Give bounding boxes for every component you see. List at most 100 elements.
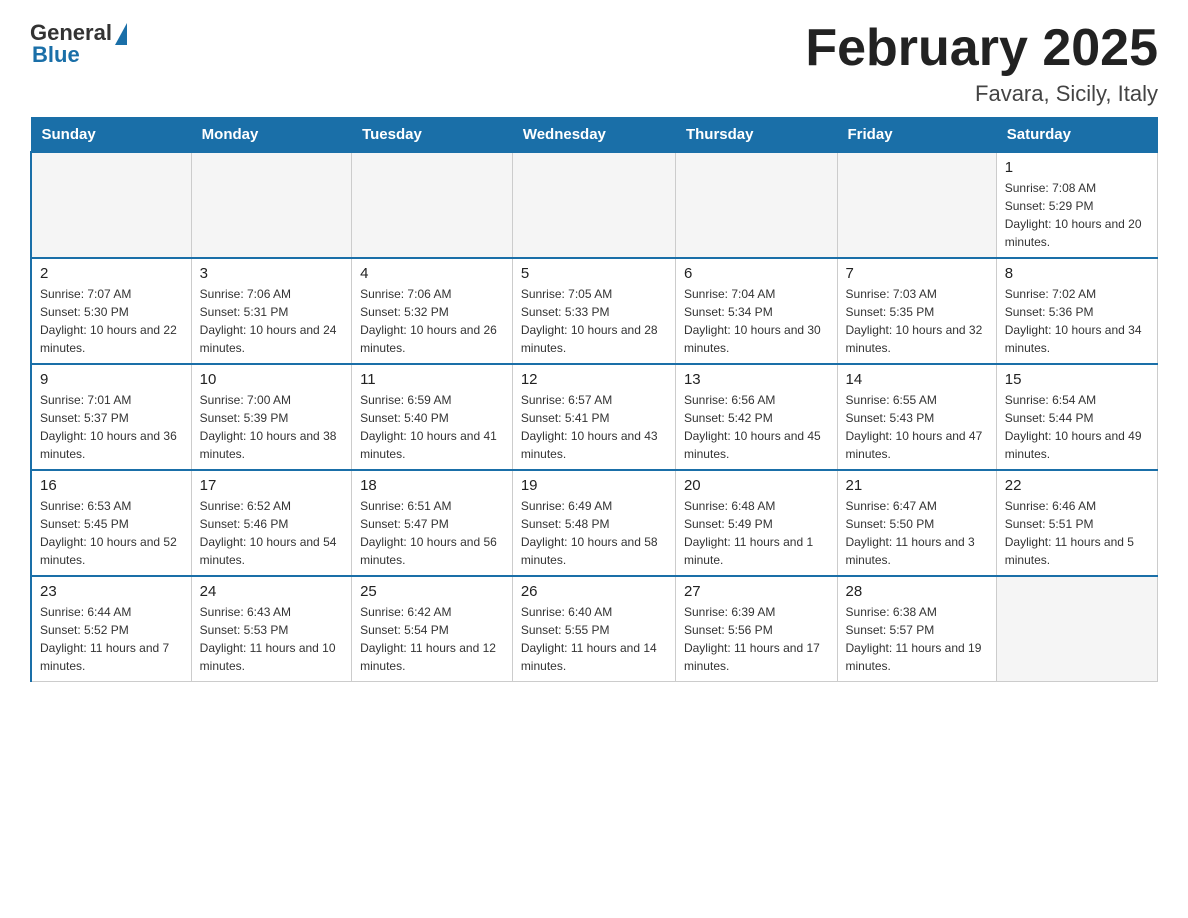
calendar-table: SundayMondayTuesdayWednesdayThursdayFrid… — [30, 117, 1158, 682]
day-info: Sunrise: 6:42 AMSunset: 5:54 PMDaylight:… — [360, 603, 504, 675]
calendar-cell: 10 Sunrise: 7:00 AMSunset: 5:39 PMDayligh… — [191, 364, 351, 470]
calendar-cell — [352, 152, 513, 258]
calendar-cell: 5 Sunrise: 7:05 AMSunset: 5:33 PMDaylight… — [512, 258, 675, 364]
day-info: Sunrise: 6:53 AMSunset: 5:45 PMDaylight:… — [40, 497, 183, 569]
day-number: 9 — [40, 371, 183, 388]
calendar-cell: 16 Sunrise: 6:53 AMSunset: 5:45 PMDayligh… — [31, 470, 191, 576]
weekday-header-wednesday: Wednesday — [512, 118, 675, 153]
day-number: 1 — [1005, 159, 1149, 176]
day-info: Sunrise: 7:07 AMSunset: 5:30 PMDaylight:… — [40, 285, 183, 357]
day-number: 7 — [846, 265, 988, 282]
calendar-cell: 9 Sunrise: 7:01 AMSunset: 5:37 PMDaylight… — [31, 364, 191, 470]
day-number: 16 — [40, 477, 183, 494]
calendar-cell — [512, 152, 675, 258]
weekday-header-thursday: Thursday — [675, 118, 837, 153]
calendar-cell: 23 Sunrise: 6:44 AMSunset: 5:52 PMDayligh… — [31, 576, 191, 682]
day-info: Sunrise: 7:01 AMSunset: 5:37 PMDaylight:… — [40, 391, 183, 463]
day-info: Sunrise: 6:46 AMSunset: 5:51 PMDaylight:… — [1005, 497, 1149, 569]
day-info: Sunrise: 7:03 AMSunset: 5:35 PMDaylight:… — [846, 285, 988, 357]
day-info: Sunrise: 6:59 AMSunset: 5:40 PMDaylight:… — [360, 391, 504, 463]
calendar-cell: 1 Sunrise: 7:08 AMSunset: 5:29 PMDaylight… — [996, 152, 1157, 258]
month-title: February 2025 — [805, 20, 1158, 77]
day-info: Sunrise: 7:06 AMSunset: 5:31 PMDaylight:… — [200, 285, 343, 357]
page-header: General Blue February 2025 Favara, Sicil… — [30, 20, 1158, 107]
day-number: 26 — [521, 583, 667, 600]
day-info: Sunrise: 7:04 AMSunset: 5:34 PMDaylight:… — [684, 285, 829, 357]
day-number: 20 — [684, 477, 829, 494]
day-info: Sunrise: 7:08 AMSunset: 5:29 PMDaylight:… — [1005, 179, 1149, 251]
day-info: Sunrise: 6:54 AMSunset: 5:44 PMDaylight:… — [1005, 391, 1149, 463]
day-info: Sunrise: 6:51 AMSunset: 5:47 PMDaylight:… — [360, 497, 504, 569]
day-number: 22 — [1005, 477, 1149, 494]
day-number: 13 — [684, 371, 829, 388]
weekday-header-tuesday: Tuesday — [352, 118, 513, 153]
day-number: 28 — [846, 583, 988, 600]
day-number: 25 — [360, 583, 504, 600]
logo-blue-text: Blue — [32, 42, 80, 68]
calendar-cell: 2 Sunrise: 7:07 AMSunset: 5:30 PMDaylight… — [31, 258, 191, 364]
calendar-cell: 21Sunrise: 6:47 AMSunset: 5:50 PMDayligh… — [837, 470, 996, 576]
calendar-cell: 17Sunrise: 6:52 AMSunset: 5:46 PMDayligh… — [191, 470, 351, 576]
day-number: 5 — [521, 265, 667, 282]
calendar-cell: 27Sunrise: 6:39 AMSunset: 5:56 PMDayligh… — [675, 576, 837, 682]
calendar-cell: 24 Sunrise: 6:43 AMSunset: 5:53 PMDayligh… — [191, 576, 351, 682]
day-info: Sunrise: 7:02 AMSunset: 5:36 PMDaylight:… — [1005, 285, 1149, 357]
calendar-cell: 4 Sunrise: 7:06 AMSunset: 5:32 PMDaylight… — [352, 258, 513, 364]
day-info: Sunrise: 6:55 AMSunset: 5:43 PMDaylight:… — [846, 391, 988, 463]
day-number: 21 — [846, 477, 988, 494]
day-info: Sunrise: 6:48 AMSunset: 5:49 PMDaylight:… — [684, 497, 829, 569]
calendar-cell: 22 Sunrise: 6:46 AMSunset: 5:51 PMDayligh… — [996, 470, 1157, 576]
day-info: Sunrise: 6:39 AMSunset: 5:56 PMDaylight:… — [684, 603, 829, 675]
calendar-cell — [996, 576, 1157, 682]
weekday-header-sunday: Sunday — [31, 118, 191, 153]
calendar-cell: 25 Sunrise: 6:42 AMSunset: 5:54 PMDayligh… — [352, 576, 513, 682]
day-number: 8 — [1005, 265, 1149, 282]
weekday-header-monday: Monday — [191, 118, 351, 153]
calendar-cell: 11Sunrise: 6:59 AMSunset: 5:40 PMDayligh… — [352, 364, 513, 470]
day-number: 19 — [521, 477, 667, 494]
weekday-header-friday: Friday — [837, 118, 996, 153]
day-info: Sunrise: 7:00 AMSunset: 5:39 PMDaylight:… — [200, 391, 343, 463]
calendar-cell — [191, 152, 351, 258]
calendar-week-5: 23 Sunrise: 6:44 AMSunset: 5:52 PMDayligh… — [31, 576, 1158, 682]
weekday-header-row: SundayMondayTuesdayWednesdayThursdayFrid… — [31, 118, 1158, 153]
location-text: Favara, Sicily, Italy — [805, 81, 1158, 107]
day-number: 2 — [40, 265, 183, 282]
calendar-cell: 26 Sunrise: 6:40 AMSunset: 5:55 PMDayligh… — [512, 576, 675, 682]
day-number: 15 — [1005, 371, 1149, 388]
day-number: 24 — [200, 583, 343, 600]
calendar-cell — [675, 152, 837, 258]
calendar-cell: 15 Sunrise: 6:54 AMSunset: 5:44 PMDayligh… — [996, 364, 1157, 470]
calendar-cell: 6 Sunrise: 7:04 AMSunset: 5:34 PMDaylight… — [675, 258, 837, 364]
day-info: Sunrise: 6:40 AMSunset: 5:55 PMDaylight:… — [521, 603, 667, 675]
logo-triangle-icon — [115, 23, 127, 45]
day-info: Sunrise: 6:44 AMSunset: 5:52 PMDaylight:… — [40, 603, 183, 675]
day-number: 10 — [200, 371, 343, 388]
day-number: 23 — [40, 583, 183, 600]
calendar-week-3: 9 Sunrise: 7:01 AMSunset: 5:37 PMDaylight… — [31, 364, 1158, 470]
day-info: Sunrise: 7:06 AMSunset: 5:32 PMDaylight:… — [360, 285, 504, 357]
calendar-cell: 3 Sunrise: 7:06 AMSunset: 5:31 PMDaylight… — [191, 258, 351, 364]
calendar-cell: 20 Sunrise: 6:48 AMSunset: 5:49 PMDayligh… — [675, 470, 837, 576]
day-info: Sunrise: 6:38 AMSunset: 5:57 PMDaylight:… — [846, 603, 988, 675]
day-number: 14 — [846, 371, 988, 388]
calendar-cell: 28 Sunrise: 6:38 AMSunset: 5:57 PMDayligh… — [837, 576, 996, 682]
calendar-cell: 18Sunrise: 6:51 AMSunset: 5:47 PMDayligh… — [352, 470, 513, 576]
calendar-cell: 13 Sunrise: 6:56 AMSunset: 5:42 PMDayligh… — [675, 364, 837, 470]
calendar-cell: 7 Sunrise: 7:03 AMSunset: 5:35 PMDaylight… — [837, 258, 996, 364]
calendar-week-1: 1 Sunrise: 7:08 AMSunset: 5:29 PMDaylight… — [31, 152, 1158, 258]
calendar-cell — [837, 152, 996, 258]
calendar-week-2: 2 Sunrise: 7:07 AMSunset: 5:30 PMDaylight… — [31, 258, 1158, 364]
calendar-cell: 8 Sunrise: 7:02 AMSunset: 5:36 PMDaylight… — [996, 258, 1157, 364]
calendar-cell — [31, 152, 191, 258]
calendar-cell: 14 Sunrise: 6:55 AMSunset: 5:43 PMDayligh… — [837, 364, 996, 470]
day-info: Sunrise: 7:05 AMSunset: 5:33 PMDaylight:… — [521, 285, 667, 357]
day-info: Sunrise: 6:43 AMSunset: 5:53 PMDaylight:… — [200, 603, 343, 675]
day-number: 6 — [684, 265, 829, 282]
calendar-week-4: 16 Sunrise: 6:53 AMSunset: 5:45 PMDayligh… — [31, 470, 1158, 576]
day-info: Sunrise: 6:56 AMSunset: 5:42 PMDaylight:… — [684, 391, 829, 463]
day-info: Sunrise: 6:57 AMSunset: 5:41 PMDaylight:… — [521, 391, 667, 463]
day-number: 3 — [200, 265, 343, 282]
day-info: Sunrise: 6:52 AMSunset: 5:46 PMDaylight:… — [200, 497, 343, 569]
day-number: 4 — [360, 265, 504, 282]
